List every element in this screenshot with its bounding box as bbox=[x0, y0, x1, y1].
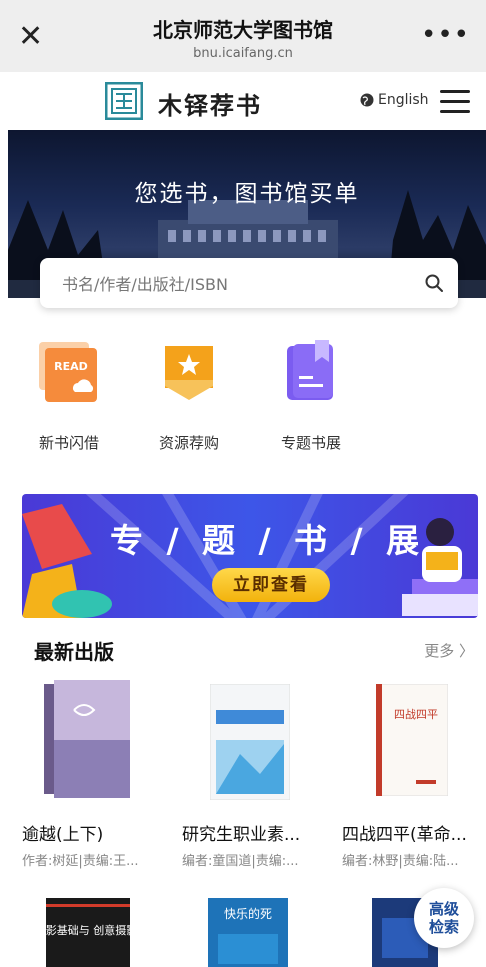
language-label: English bbox=[378, 92, 429, 108]
search-input[interactable] bbox=[60, 270, 404, 298]
star-bookmark-icon bbox=[157, 340, 221, 404]
search-box bbox=[40, 258, 458, 308]
feature-label: 资源荐购 bbox=[158, 434, 219, 452]
svg-text:READ: READ bbox=[54, 360, 88, 373]
advanced-search-line1: 高级 bbox=[428, 900, 459, 918]
advanced-search-line2: 检索 bbox=[428, 918, 459, 936]
search-icon[interactable] bbox=[424, 273, 444, 293]
hamburger-menu-icon[interactable] bbox=[440, 86, 470, 116]
feature-resource-recommendation[interactable]: 资源荐购 bbox=[134, 340, 244, 453]
book-title: 四战四平(革命... bbox=[342, 825, 467, 845]
feature-label: 专题书展 bbox=[280, 434, 341, 452]
banner-title: 专 / 题 / 书 / 展 bbox=[110, 521, 426, 560]
page-url: bnu.icaifang.cn bbox=[193, 46, 293, 61]
read-book-icon: READ bbox=[37, 340, 101, 404]
book-meta: 编者:童国道|责编:... bbox=[182, 854, 299, 869]
browser-topbar: ✕ 北京师范大学图书馆 bnu.icaifang.cn ••• bbox=[0, 0, 486, 73]
page-title: 北京师范大学图书馆 bbox=[153, 18, 333, 42]
svg-text:快乐的死: 快乐的死 bbox=[224, 906, 272, 921]
book-title: 逾越(上下) bbox=[22, 825, 104, 845]
themed-exhibition-banner[interactable]: 专 / 题 / 书 / 展 立即查看 bbox=[22, 494, 478, 618]
more-options-icon[interactable]: ••• bbox=[421, 20, 470, 50]
feature-themed-exhibition[interactable]: 专题书展 bbox=[256, 340, 366, 453]
book-cover[interactable] bbox=[44, 680, 132, 798]
site-header: 木铎荐书 English bbox=[0, 72, 486, 130]
feature-new-book-lending[interactable]: READ 新书闪借 bbox=[14, 340, 124, 453]
book-cover[interactable] bbox=[210, 684, 290, 800]
logo-text[interactable]: 木铎荐书 bbox=[158, 86, 262, 121]
feature-label: 新书闪借 bbox=[38, 434, 99, 452]
svg-text:四战四平: 四战四平 bbox=[394, 708, 438, 721]
more-link[interactable]: 更多 〉 bbox=[424, 640, 474, 661]
svg-text:摄影基础与 创意摄影: 摄影基础与 创意摄影 bbox=[46, 923, 130, 937]
language-switch[interactable]: English bbox=[360, 92, 429, 108]
book-meta: 作者:树延|责编:王... bbox=[22, 854, 139, 869]
globe-icon bbox=[360, 93, 374, 107]
view-now-button[interactable]: 立即查看 bbox=[212, 568, 330, 602]
book-title: 研究生职业素... bbox=[182, 825, 301, 845]
library-logo-icon[interactable] bbox=[105, 82, 143, 120]
section-title-latest: 最新出版 bbox=[34, 640, 114, 664]
book-cover[interactable]: 四战四平 bbox=[376, 684, 448, 796]
book-meta: 编者:林野|责编:陆... bbox=[342, 854, 459, 869]
advanced-search-button[interactable]: 高级 检索 bbox=[414, 888, 474, 948]
book-cover[interactable]: 快乐的死 bbox=[208, 898, 288, 967]
bookmark-book-icon bbox=[279, 340, 343, 404]
hero-slogan: 您选书，图书馆买单 bbox=[134, 181, 360, 207]
book-cover[interactable]: 摄影基础与 创意摄影 bbox=[46, 898, 130, 967]
